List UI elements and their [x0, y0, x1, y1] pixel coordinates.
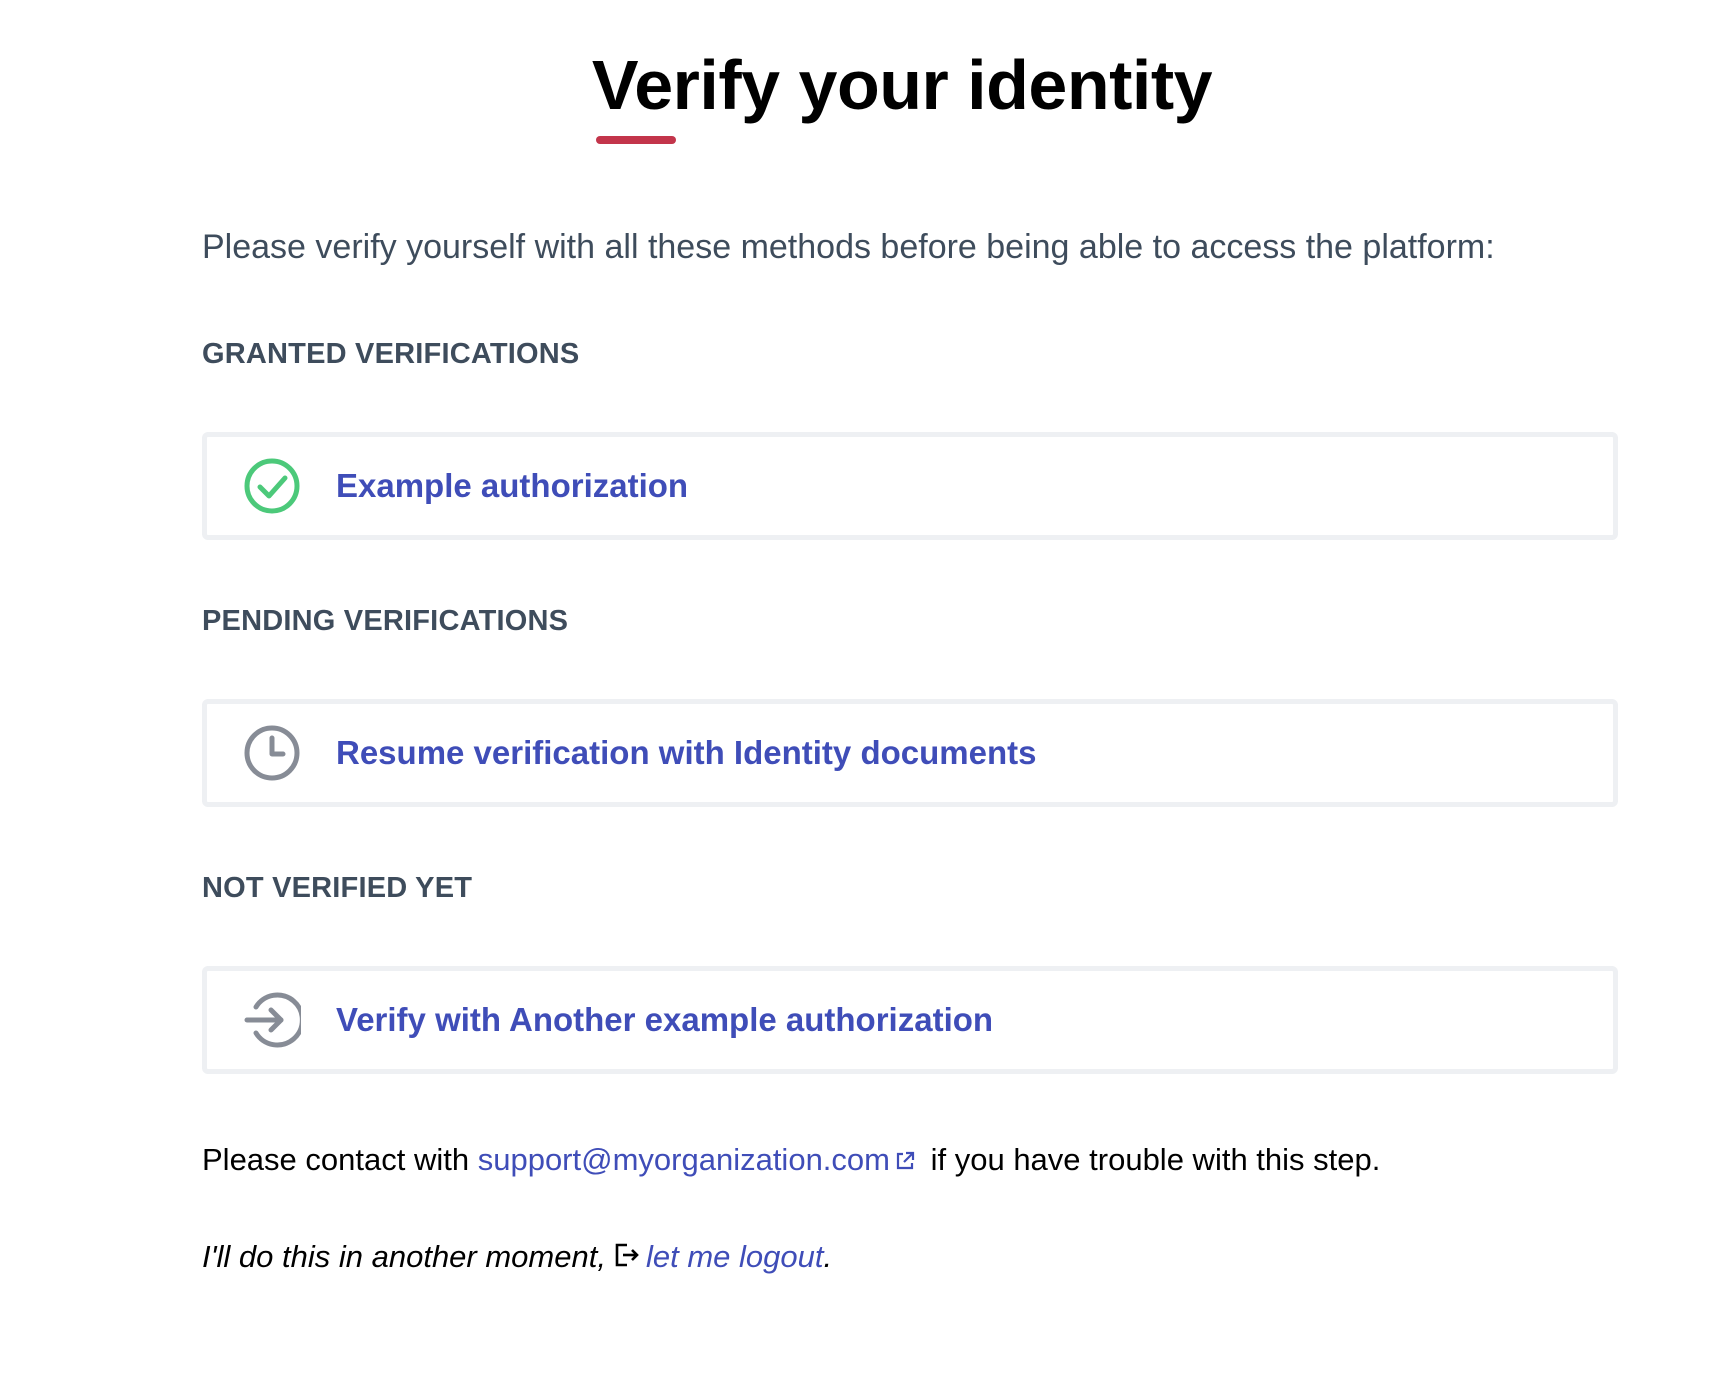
- granted-verification-label[interactable]: Example authorization: [336, 467, 688, 505]
- check-circle-icon: [243, 457, 301, 515]
- intro-text: Please verify yourself with all these me…: [202, 228, 1495, 266]
- contact-suffix: if you have trouble with this step.: [930, 1142, 1381, 1177]
- pending-verification-label[interactable]: Resume verification with Identity docume…: [336, 734, 1036, 772]
- granted-verification-item[interactable]: Example authorization: [202, 432, 1618, 540]
- logout-text: I'll do this in another moment, let me lo…: [202, 1235, 1618, 1281]
- logout-link[interactable]: let me logout: [646, 1239, 824, 1274]
- title-area: Verify your identity: [0, 40, 1714, 144]
- pending-verification-item[interactable]: Resume verification with Identity docume…: [202, 699, 1618, 807]
- unverified-authorization-item[interactable]: Verify with Another example authorizatio…: [202, 966, 1618, 1074]
- not-verified-heading: NOT VERIFIED YET: [202, 872, 473, 904]
- title-container: Verify your identity: [591, 40, 1213, 144]
- logout-prefix: I'll do this in another moment,: [202, 1238, 606, 1274]
- granted-heading: GRANTED VERIFICATIONS: [202, 338, 580, 370]
- external-link-icon: [894, 1140, 916, 1184]
- logout-icon: [614, 1237, 640, 1281]
- login-icon: [243, 991, 301, 1049]
- logout-suffix: .: [823, 1238, 833, 1274]
- contact-text: Please contact with support@myorganizati…: [202, 1138, 1618, 1184]
- contact-prefix: Please contact with: [202, 1142, 470, 1177]
- page: Verify your identity Please verify yours…: [0, 0, 1714, 1378]
- page-title: Verify your identity: [591, 46, 1213, 124]
- clock-icon: [243, 724, 301, 782]
- unverified-authorization-label[interactable]: Verify with Another example authorizatio…: [336, 1001, 993, 1039]
- title-accent-underline: [595, 136, 676, 144]
- pending-heading: PENDING VERIFICATIONS: [202, 605, 569, 637]
- support-email-text[interactable]: support@myorganization.com: [478, 1142, 890, 1177]
- main-content: Please verify yourself with all these me…: [202, 222, 1618, 1281]
- support-email-link[interactable]: support@myorganization.com: [478, 1142, 922, 1177]
